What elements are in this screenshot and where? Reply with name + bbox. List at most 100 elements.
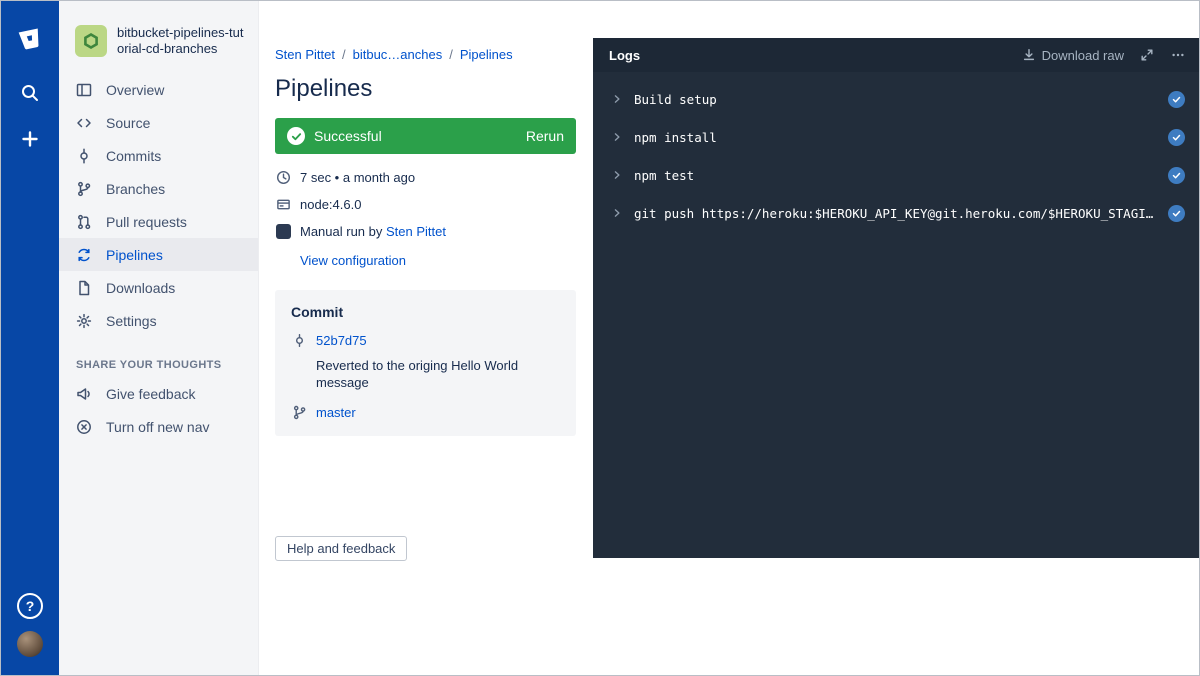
sidebar-item-pipelines[interactable]: Pipelines (59, 238, 258, 271)
pipeline-details: 7 sec • a month ago node:4.6.0 Manual ru… (275, 169, 576, 268)
sidebar-item-label: Turn off new nav (106, 419, 210, 435)
image-text: node:4.6.0 (300, 197, 361, 212)
sidebar-item-give-feedback[interactable]: Give feedback (59, 377, 258, 410)
download-raw-button[interactable]: Download raw (1022, 48, 1124, 63)
log-step-label: npm install (634, 130, 717, 145)
step-success-icon (1168, 129, 1185, 146)
sidebar-item-overview[interactable]: Overview (59, 73, 258, 106)
sidebar-item-label: Branches (106, 181, 165, 197)
sidebar-item-branches[interactable]: Branches (59, 172, 258, 205)
user-avatar[interactable] (17, 631, 43, 657)
success-check-icon (287, 127, 305, 145)
sidebar-item-label: Commits (106, 148, 161, 164)
log-step-build-setup[interactable]: Build setup (593, 80, 1200, 118)
log-step-git-push[interactable]: git push https://heroku:$HEROKU_API_KEY@… (593, 194, 1200, 232)
chevron-right-icon (611, 131, 623, 143)
build-image-icon (275, 196, 291, 212)
download-raw-label: Download raw (1042, 48, 1124, 63)
view-configuration-link[interactable]: View configuration (300, 253, 576, 268)
ellipsis-icon (1170, 48, 1186, 62)
help-button[interactable]: ? (17, 593, 43, 619)
commit-hash-row: 52b7d75 (291, 332, 560, 348)
help-and-feedback-button[interactable]: Help and feedback (275, 536, 407, 561)
expand-logs-button[interactable] (1140, 48, 1154, 62)
sidebar-item-label: Give feedback (106, 386, 196, 402)
log-step-label: Build setup (634, 92, 717, 107)
duration-row: 7 sec • a month ago (275, 169, 576, 185)
duration-text: 7 sec • a month ago (300, 170, 415, 185)
sidebar-item-commits[interactable]: Commits (59, 139, 258, 172)
breadcrumb-repo-link[interactable]: bitbuc…anches (335, 47, 442, 62)
trigger-author-link[interactable]: Sten Pittet (386, 224, 446, 239)
log-step-label: npm test (634, 168, 694, 183)
search-button[interactable] (14, 77, 46, 109)
commit-message: Reverted to the origing Hello World mess… (316, 357, 560, 391)
sidebar-footer-nav: Give feedback Turn off new nav (59, 377, 258, 443)
pipelines-icon (76, 247, 92, 263)
repo-name: bitbucket-pipelines-tutorial-cd-branches (117, 25, 244, 57)
chevron-right-icon (611, 207, 623, 219)
repo-sidebar: bitbucket-pipelines-tutorial-cd-branches… (59, 1, 259, 675)
logs-actions: Download raw (1022, 48, 1186, 63)
status-banner: Successful Rerun (275, 118, 576, 154)
breadcrumb-user-link[interactable]: Sten Pittet (275, 47, 335, 62)
commit-heading: Commit (291, 304, 560, 320)
trigger-text: Manual run by Sten Pittet (300, 224, 446, 239)
circle-x-icon (76, 419, 92, 435)
step-success-icon (1168, 91, 1185, 108)
branch-icon (291, 404, 307, 420)
sidebar-item-downloads[interactable]: Downloads (59, 271, 258, 304)
create-button[interactable] (14, 123, 46, 155)
logs-body: Build setup npm install npm test (593, 72, 1200, 232)
log-step-npm-install[interactable]: npm install (593, 118, 1200, 156)
branch-link[interactable]: master (316, 405, 356, 420)
clock-icon (275, 169, 291, 185)
breadcrumb-pipelines-link[interactable]: Pipelines (442, 47, 512, 62)
chevron-right-icon (611, 169, 623, 181)
logs-header: Logs Download raw (593, 38, 1200, 72)
logs-panel: Logs Download raw Build setup (593, 38, 1200, 558)
bitbucket-logo[interactable] (14, 23, 46, 55)
settings-gear-icon (76, 313, 92, 329)
download-icon (1022, 48, 1036, 62)
sidebar-item-label: Pull requests (106, 214, 187, 230)
repo-nav: Overview Source Commits Branches (59, 73, 258, 337)
sidebar-item-settings[interactable]: Settings (59, 304, 258, 337)
sidebar-item-turn-off-new-nav[interactable]: Turn off new nav (59, 410, 258, 443)
branches-icon (76, 181, 92, 197)
pull-requests-icon (76, 214, 92, 230)
step-success-icon (1168, 167, 1185, 184)
sidebar-section-header: SHARE YOUR THOUGHTS (59, 359, 258, 371)
bitbucket-logo-icon (15, 24, 46, 55)
log-step-npm-test[interactable]: npm test (593, 156, 1200, 194)
overview-icon (76, 82, 92, 98)
repo-header[interactable]: bitbucket-pipelines-tutorial-cd-branches (59, 17, 258, 73)
more-options-button[interactable] (1170, 48, 1186, 62)
expand-icon (1140, 48, 1154, 62)
sidebar-item-label: Source (106, 115, 150, 131)
downloads-icon (76, 280, 92, 296)
global-nav: ? (1, 1, 59, 675)
image-row: node:4.6.0 (275, 196, 576, 212)
sidebar-item-source[interactable]: Source (59, 106, 258, 139)
commit-card: Commit 52b7d75 Reverted to the origing H… (275, 290, 576, 436)
sidebar-item-pull-requests[interactable]: Pull requests (59, 205, 258, 238)
commits-icon (76, 148, 92, 164)
commit-branch-row: master (291, 404, 560, 420)
sidebar-item-label: Pipelines (106, 247, 163, 263)
trigger-row: Manual run by Sten Pittet (275, 223, 576, 239)
plus-icon (20, 129, 40, 149)
sidebar-item-label: Overview (106, 82, 164, 98)
sidebar-item-label: Settings (106, 313, 157, 329)
rerun-button[interactable]: Rerun (526, 128, 564, 144)
bitbucket-pipelines-page: ? bitbucket-pipelines-tutorial-cd-branch… (0, 0, 1200, 676)
logs-title: Logs (609, 48, 640, 63)
trigger-prefix: Manual run by (300, 224, 386, 239)
commit-icon (291, 332, 307, 348)
commit-hash-link[interactable]: 52b7d75 (316, 333, 367, 348)
nodejs-hexagon-icon (81, 31, 101, 51)
help-glyph: ? (26, 598, 35, 614)
repo-avatar (75, 25, 107, 57)
megaphone-icon (76, 386, 92, 402)
step-success-icon (1168, 205, 1185, 222)
